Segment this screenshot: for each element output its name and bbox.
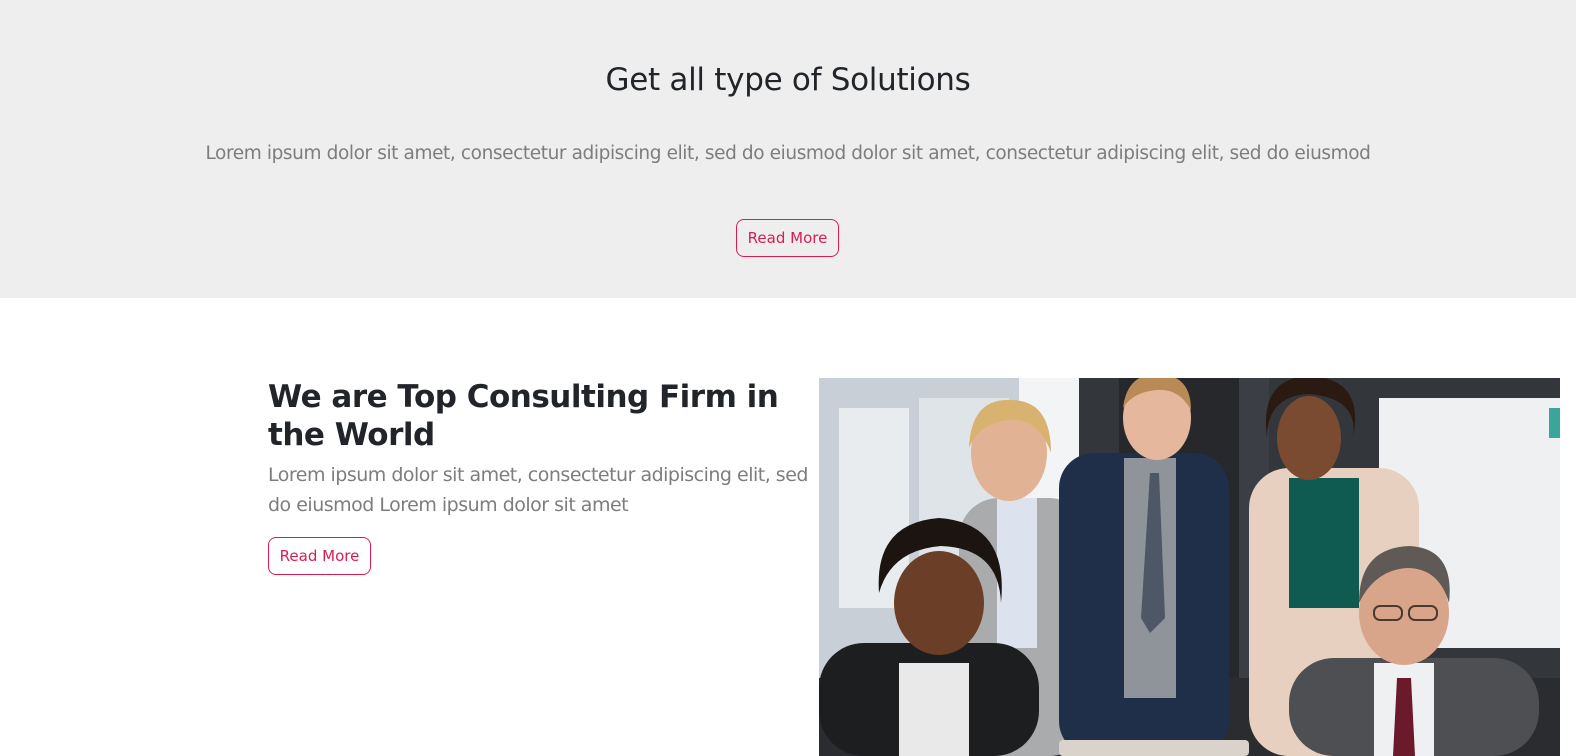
team-photo-illustration (819, 378, 1560, 756)
firm-text: Lorem ipsum dolor sit amet, consectetur … (268, 464, 808, 516)
firm-title: We are Top Consulting Firm in the World (268, 379, 779, 453)
team-photo (819, 378, 1560, 756)
solutions-section: Get all type of Solutions Lorem ipsum do… (0, 0, 1576, 298)
solutions-title: Get all type of Solutions (605, 62, 971, 98)
firm-read-more-button[interactable]: Read More (268, 537, 371, 575)
firm-content: We are Top Consulting Firm in the World … (268, 378, 808, 520)
solutions-read-more-button[interactable]: Read More (736, 219, 839, 257)
solutions-text: Lorem ipsum dolor sit amet, consectetur … (205, 143, 1371, 164)
